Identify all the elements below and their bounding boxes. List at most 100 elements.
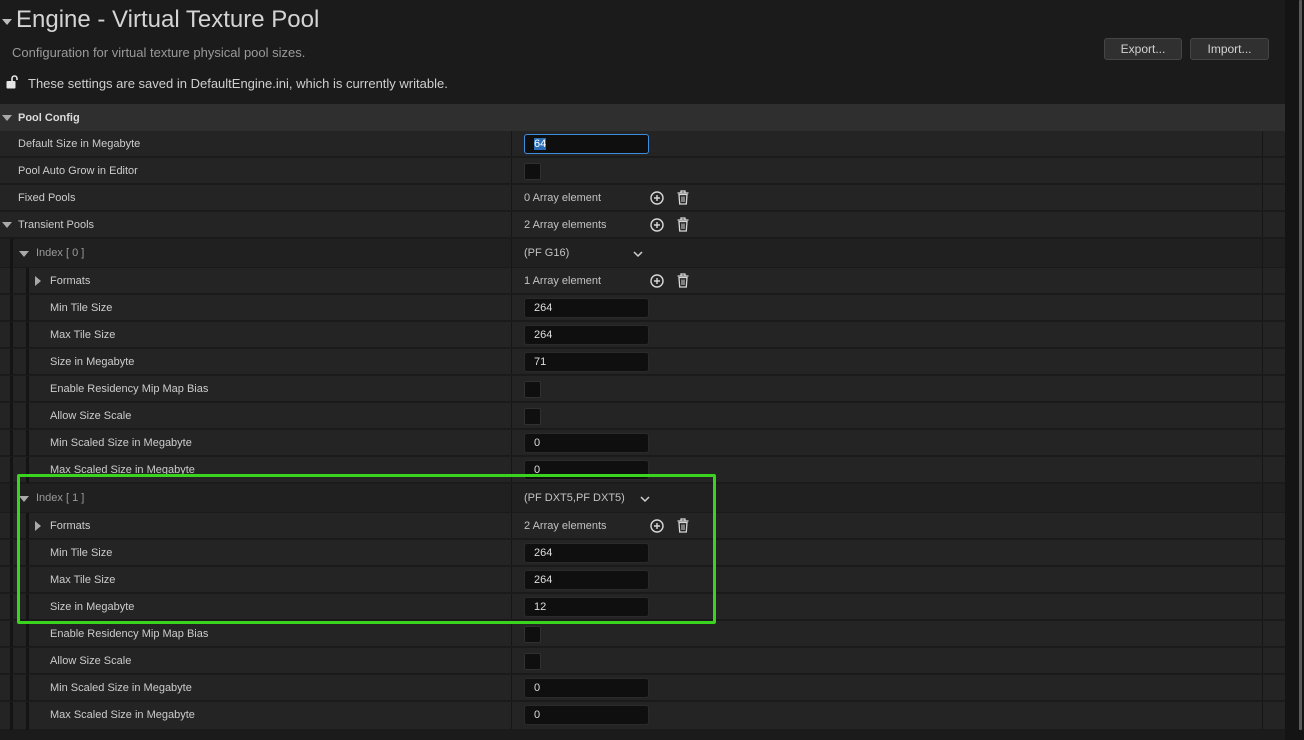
min-scaled-size-input[interactable]: 0 <box>524 678 649 698</box>
delete-icon[interactable] <box>677 190 689 205</box>
expand-arrow-icon[interactable] <box>35 276 41 286</box>
indent-guide <box>10 239 13 268</box>
page-title: Engine - Virtual Texture Pool <box>16 6 320 33</box>
row-residency-mip-bias: Enable Residency Mip Map Bias <box>0 376 1285 402</box>
column-divider <box>511 675 512 700</box>
column-divider <box>511 239 512 267</box>
category-label: Pool Config <box>18 112 80 124</box>
size-megabyte-input[interactable]: 71 <box>524 352 649 372</box>
chevron-down-icon[interactable] <box>2 115 12 121</box>
row-fixed-pools: Fixed Pools 0 Array element <box>0 185 1285 211</box>
indent-guide <box>10 567 13 593</box>
column-divider <box>511 376 512 401</box>
column-divider <box>511 349 512 374</box>
column-divider <box>1262 484 1263 512</box>
residency-mip-bias-checkbox[interactable] <box>524 381 541 398</box>
scrollbar-thumb[interactable] <box>1299 0 1302 730</box>
indent-guide <box>26 403 29 429</box>
category-pool-config[interactable]: Pool Config <box>0 104 1285 132</box>
property-label: Min Tile Size <box>50 302 113 314</box>
indent-guide <box>26 349 29 375</box>
indent-guide <box>26 675 29 701</box>
property-label: Max Tile Size <box>50 329 116 341</box>
indent-guide <box>10 484 13 513</box>
row-allow-size-scale: Allow Size Scale <box>0 403 1285 429</box>
row-allow-size-scale: Allow Size Scale <box>0 648 1285 674</box>
import-button[interactable]: Import... <box>1190 38 1269 60</box>
column-divider <box>1262 212 1263 237</box>
column-divider <box>511 212 512 237</box>
property-label: Min Scaled Size in Megabyte <box>50 682 192 694</box>
row-default-size: Default Size in Megabyte 64 <box>0 131 1285 157</box>
property-label: Max Scaled Size in Megabyte <box>50 709 195 721</box>
format-combo[interactable]: (PF G16) <box>524 239 569 268</box>
allow-size-scale-checkbox[interactable] <box>524 653 541 670</box>
indent-guide <box>10 268 13 294</box>
property-label: Min Scaled Size in Megabyte <box>50 437 192 449</box>
row-formats[interactable]: Formats 1 Array element <box>0 268 1285 294</box>
column-divider <box>511 702 512 729</box>
indent-guide <box>26 376 29 402</box>
indent-guide <box>10 430 13 456</box>
chevron-down-icon[interactable] <box>2 222 12 228</box>
property-label: Transient Pools <box>18 219 95 231</box>
highlight-box <box>17 474 716 624</box>
allow-size-scale-checkbox[interactable] <box>524 408 541 425</box>
indent-guide <box>26 648 29 674</box>
property-label: Size in Megabyte <box>50 356 135 368</box>
array-count: 0 Array element <box>524 192 602 204</box>
indent-guide <box>10 322 13 348</box>
row-max-tile-size: Max Tile Size 264 <box>0 322 1285 348</box>
column-divider <box>1262 430 1263 455</box>
indent-guide <box>26 430 29 456</box>
delete-icon[interactable] <box>677 217 689 232</box>
column-divider <box>1262 567 1263 592</box>
property-label: Allow Size Scale <box>50 655 132 667</box>
column-divider <box>1262 648 1263 673</box>
min-tile-size-input[interactable]: 264 <box>524 298 649 318</box>
collapse-section-icon[interactable] <box>2 19 12 25</box>
row-residency-mip-bias: Enable Residency Mip Map Bias <box>0 621 1285 647</box>
max-scaled-size-input[interactable]: 0 <box>524 705 649 725</box>
property-label: Allow Size Scale <box>50 410 132 422</box>
property-label: Enable Residency Mip Map Bias <box>50 628 209 640</box>
column-divider <box>511 268 512 293</box>
property-label: Fixed Pools <box>18 192 76 204</box>
residency-mip-bias-checkbox[interactable] <box>524 626 541 643</box>
default-size-input[interactable]: 64 <box>524 134 649 154</box>
delete-icon[interactable] <box>677 273 689 288</box>
row-index-0[interactable]: Index [ 0 ] (PF G16) <box>0 239 1285 268</box>
column-divider <box>511 295 512 320</box>
indent-guide <box>26 295 29 321</box>
property-label: Pool Auto Grow in Editor <box>18 165 138 177</box>
selected-text: 64 <box>534 138 547 150</box>
property-label: Formats <box>50 275 91 287</box>
add-element-icon[interactable] <box>650 191 664 205</box>
max-tile-size-input[interactable]: 264 <box>524 325 649 345</box>
row-transient-pools[interactable]: Transient Pools 2 Array elements <box>0 212 1285 238</box>
indent-guide <box>10 702 13 730</box>
indent-guide <box>26 268 29 294</box>
add-element-icon[interactable] <box>650 274 664 288</box>
column-divider <box>511 621 512 646</box>
pool-auto-grow-checkbox[interactable] <box>524 163 541 180</box>
row-min-scaled-size: Min Scaled Size in Megabyte 0 <box>0 675 1285 701</box>
column-divider <box>1262 376 1263 401</box>
export-button[interactable]: Export... <box>1104 38 1182 60</box>
column-divider <box>1262 675 1263 700</box>
chevron-down-icon[interactable] <box>633 249 643 259</box>
row-pool-auto-grow: Pool Auto Grow in Editor <box>0 158 1285 184</box>
column-divider <box>1262 702 1263 729</box>
min-scaled-size-input[interactable]: 0 <box>524 433 649 453</box>
indent-guide <box>10 376 13 402</box>
chevron-down-icon[interactable] <box>19 251 29 257</box>
lock-open-icon <box>6 75 18 89</box>
config-writable-notice: These settings are saved in DefaultEngin… <box>28 76 448 91</box>
column-divider <box>1262 513 1263 538</box>
column-divider <box>1262 131 1263 156</box>
indent-guide <box>26 322 29 348</box>
add-element-icon[interactable] <box>650 218 664 232</box>
property-label: Enable Residency Mip Map Bias <box>50 383 209 395</box>
indent-guide <box>10 648 13 674</box>
row-max-scaled-size: Max Scaled Size in Megabyte 0 <box>0 702 1285 730</box>
